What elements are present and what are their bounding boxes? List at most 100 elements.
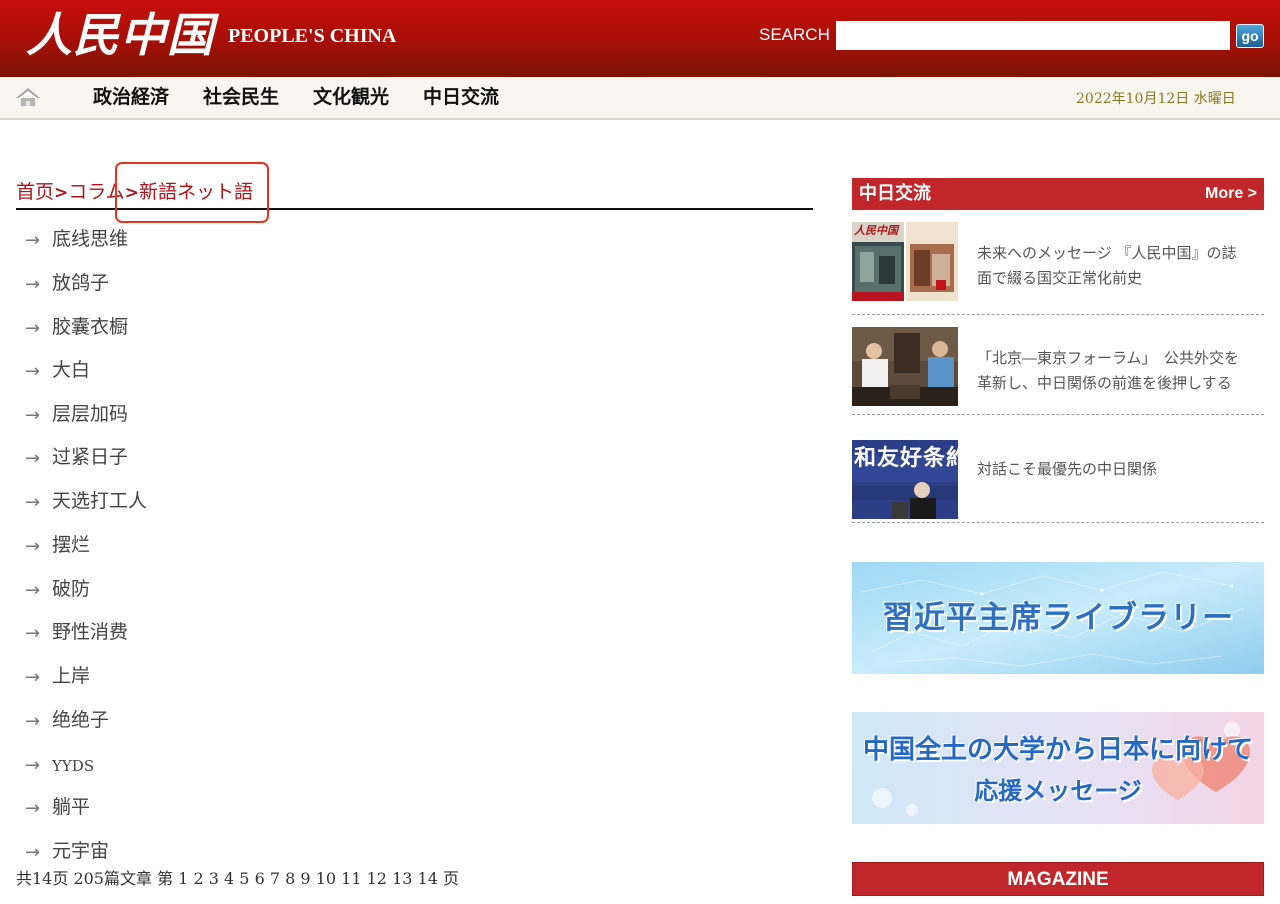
page-link-10[interactable]: 10 [316, 869, 336, 888]
highlight-annotation-box [115, 162, 269, 223]
list-item[interactable]: → 元宇宙 [25, 835, 525, 867]
page-link-5[interactable]: 5 [239, 869, 249, 888]
breadcrumb-separator: > [54, 183, 69, 203]
news-item[interactable]: 「北京―東京フォーラム」 公共外交を革新し、中日関係の前進を後押しする [852, 327, 1264, 415]
list-item[interactable]: → 底线思维 [25, 223, 525, 255]
list-item-label[interactable]: 天选打工人 [52, 487, 147, 515]
page-link-4[interactable]: 4 [224, 869, 234, 888]
news-title[interactable]: 未来へのメッセージ 『人民中国』の誌面で綴る国交正常化前史 [977, 241, 1247, 291]
page-link-13[interactable]: 13 [392, 869, 412, 888]
university-message-banner[interactable]: 中国全土の大学から日本に向けて 応援メッセージ [852, 712, 1264, 824]
arrow-icon: → [25, 536, 41, 557]
pagination-suffix: 页 [442, 869, 459, 888]
arrow-icon: → [25, 667, 41, 688]
arrow-icon: → [25, 274, 41, 295]
list-item-label[interactable]: 元宇宙 [52, 837, 109, 865]
news-title[interactable]: 対話こそ最優先の中日関係 [977, 457, 1247, 482]
news-thumbnail[interactable] [852, 327, 958, 406]
list-item[interactable]: → 层层加码 [25, 398, 525, 430]
list-item-label[interactable]: YYDS [52, 752, 94, 780]
magazine-title[interactable]: MAGAZINE [853, 863, 1263, 897]
arrow-icon: → [25, 492, 41, 513]
list-item[interactable]: → 大白 [25, 354, 525, 386]
xi-library-banner[interactable]: 習近平主席ライブラリー [852, 562, 1264, 674]
news-title[interactable]: 「北京―東京フォーラム」 公共外交を革新し、中日関係の前進を後押しする [977, 346, 1247, 396]
arrow-icon: → [25, 448, 41, 469]
page-link-8[interactable]: 8 [285, 869, 295, 888]
list-item-label[interactable]: 大白 [52, 356, 90, 384]
sidebar-section-header: 中日交流 More > [852, 178, 1264, 210]
list-item[interactable]: → 天选打工人 [25, 485, 525, 517]
nav-item-culture[interactable]: 文化観光 [313, 85, 389, 109]
arrow-icon: → [25, 755, 41, 776]
banner-title: 中国全土の大学から日本に向けて [862, 735, 1253, 765]
home-icon[interactable] [14, 86, 42, 108]
search-label: SEARCH [759, 25, 830, 44]
list-item[interactable]: → 胶囊衣橱 [25, 311, 525, 343]
list-item-label[interactable]: 上岸 [52, 662, 90, 690]
arrow-icon: → [25, 361, 41, 382]
page-link-11[interactable]: 11 [341, 869, 361, 888]
pagination-prefix: 共14页 205篇文章 第 [16, 869, 174, 888]
banner-title: 習近平主席ライブラリー [882, 600, 1234, 636]
page-link-1[interactable]: 1 [178, 869, 188, 888]
nav-item-society[interactable]: 社会民生 [203, 85, 279, 109]
list-item[interactable]: → 躺平 [25, 791, 525, 823]
page-link-3[interactable]: 3 [209, 869, 219, 888]
list-item[interactable]: → 放鸽子 [25, 267, 525, 299]
list-item[interactable]: → 摆烂 [25, 529, 525, 561]
arrow-icon: → [25, 798, 41, 819]
list-item-label[interactable]: 破防 [52, 575, 90, 603]
banner-subtitle: 応援メッセージ [974, 777, 1142, 805]
news-thumbnail[interactable]: 和友好条約 [852, 440, 958, 519]
current-date: 2022年10月12日 水曜日 [1076, 91, 1236, 107]
thumbnail-caption: 人民中国 [854, 224, 898, 237]
news-item[interactable]: 和友好条約 対話こそ最優先の中日関係 [852, 440, 1264, 523]
site-logo-cn[interactable]: 人民中国 [26, 6, 214, 64]
arrow-icon: → [25, 711, 41, 732]
arrow-icon: → [25, 318, 41, 339]
main-nav: 政治経済 社会民生 文化観光 中日交流 2022年10月12日 水曜日 [0, 77, 1280, 120]
list-item-label[interactable]: 底线思维 [52, 225, 128, 253]
list-item-label[interactable]: 胶囊衣橱 [52, 313, 128, 341]
nav-item-exchange[interactable]: 中日交流 [423, 85, 499, 109]
list-item[interactable]: → 野性消费 [25, 616, 525, 648]
list-item-label[interactable]: 绝绝子 [52, 706, 109, 734]
site-logo-en[interactable]: PEOPLE'S CHINA [228, 24, 396, 48]
news-thumbnail[interactable]: 人民中国 [852, 222, 958, 301]
list-item[interactable]: → 上岸 [25, 660, 525, 692]
page-link-6[interactable]: 6 [255, 869, 265, 888]
search-go-button[interactable]: go [1236, 24, 1264, 48]
sidebar-section-title[interactable]: 中日交流 [859, 182, 931, 206]
pagination: 共14页 205篇文章 第 1 2 3 4 5 6 7 8 9 10 11 12… [16, 869, 459, 889]
search-input[interactable] [836, 21, 1230, 50]
arrow-icon: → [25, 580, 41, 601]
page-link-14[interactable]: 14 [418, 869, 438, 888]
list-item[interactable]: → 过紧日子 [25, 441, 525, 473]
breadcrumb-home-link[interactable]: 首页 [16, 181, 54, 203]
list-item[interactable]: → 破防 [25, 573, 525, 605]
page-link-9[interactable]: 9 [300, 869, 310, 888]
page-link-2[interactable]: 2 [193, 869, 203, 888]
news-item[interactable]: 人民中国 未来へのメッセージ 『人民中国』の誌面で綴る国交正常化前史 [852, 222, 1264, 315]
arrow-icon: → [25, 842, 41, 863]
arrow-icon: → [25, 405, 41, 426]
arrow-icon: → [25, 230, 41, 251]
magazine-section-header: MAGAZINE [852, 862, 1264, 896]
thumbnail-caption: 和友好条約 [854, 445, 958, 471]
nav-item-politics[interactable]: 政治経済 [93, 85, 169, 109]
arrow-icon: → [25, 623, 41, 644]
list-item[interactable]: → 绝绝子 [25, 704, 525, 736]
list-item[interactable]: → YYDS [25, 748, 525, 780]
site-header: 人民中国 PEOPLE'S CHINA SEARCH go [0, 0, 1280, 77]
list-item-label[interactable]: 野性消费 [52, 618, 128, 646]
page-link-7[interactable]: 7 [270, 869, 280, 888]
page-link-12[interactable]: 12 [367, 869, 387, 888]
list-item-label[interactable]: 摆烂 [52, 531, 90, 559]
banner-background [852, 712, 1264, 824]
list-item-label[interactable]: 放鸽子 [52, 269, 109, 297]
list-item-label[interactable]: 过紧日子 [52, 443, 128, 471]
more-link[interactable]: More > [1205, 184, 1257, 204]
list-item-label[interactable]: 躺平 [52, 793, 90, 821]
list-item-label[interactable]: 层层加码 [52, 400, 128, 428]
